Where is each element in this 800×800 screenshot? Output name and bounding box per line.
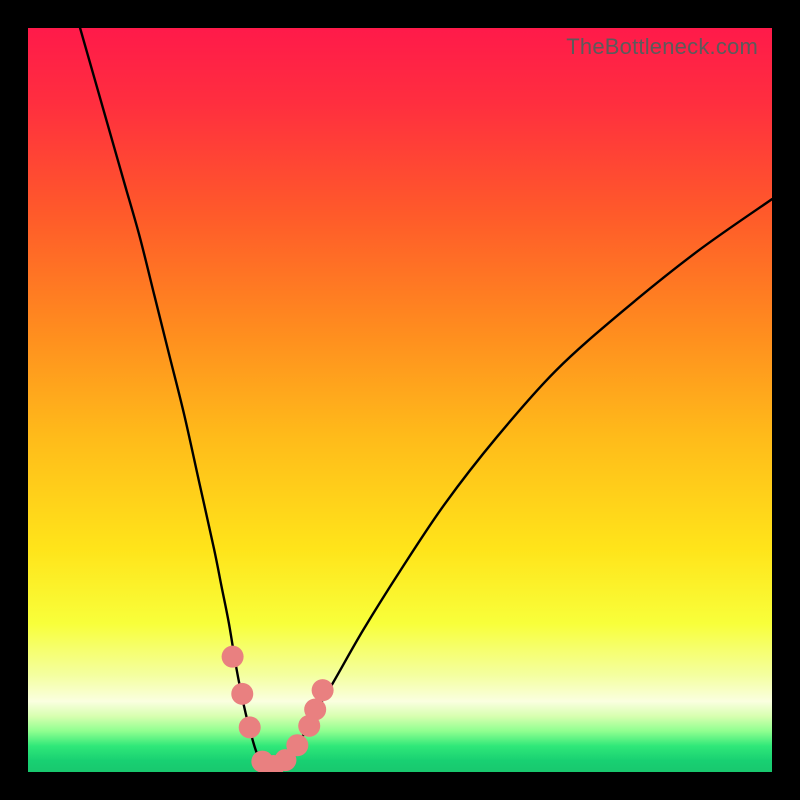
curve-layer [28,28,772,772]
valley-marker [312,679,334,701]
valley-marker [239,716,261,738]
valley-markers [222,646,334,772]
bottleneck-curve [80,28,772,769]
chart-frame: TheBottleneck.com [0,0,800,800]
valley-marker [231,683,253,705]
valley-marker [304,699,326,721]
watermark-text: TheBottleneck.com [566,34,758,60]
plot-area: TheBottleneck.com [28,28,772,772]
valley-marker [222,646,244,668]
valley-marker [286,734,308,756]
